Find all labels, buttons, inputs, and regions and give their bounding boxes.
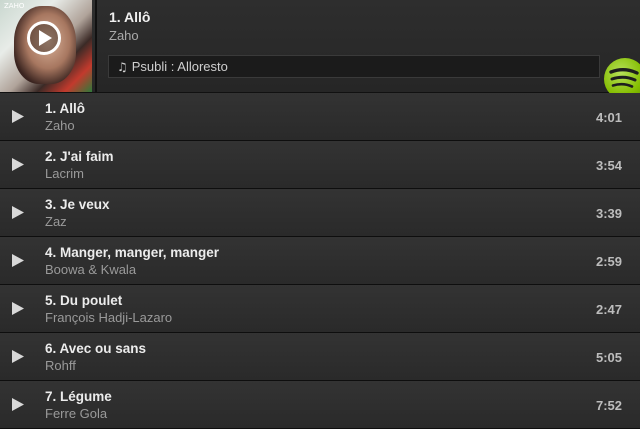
track-duration: 4:01 bbox=[595, 110, 622, 125]
album-cover[interactable]: ZAHO bbox=[0, 0, 92, 92]
track-row[interactable]: 5. Du poulet François Hadji-Lazaro 2:47 bbox=[0, 285, 640, 333]
track-row[interactable]: 6. Avec ou sans Rohff 5:05 bbox=[0, 333, 640, 381]
track-duration: 5:05 bbox=[595, 350, 622, 365]
track-artist[interactable]: Rohff bbox=[45, 358, 76, 373]
track-artist[interactable]: Zaho bbox=[45, 118, 75, 133]
track-row[interactable]: 2. J'ai faim Lacrim 3:54 bbox=[0, 141, 640, 189]
track-title: 1. Allô bbox=[45, 101, 86, 116]
play-icon bbox=[39, 30, 52, 46]
track-artist[interactable]: Lacrim bbox=[45, 166, 84, 181]
track-duration: 3:39 bbox=[595, 206, 622, 221]
play-icon[interactable] bbox=[12, 158, 24, 171]
now-playing-title: 1. Allô bbox=[109, 9, 151, 25]
play-icon[interactable] bbox=[12, 302, 24, 315]
play-button[interactable] bbox=[27, 21, 61, 55]
now-playing-artist[interactable]: Zaho bbox=[109, 28, 139, 43]
track-row[interactable]: 7. Légume Ferre Gola 7:52 bbox=[0, 381, 640, 429]
track-title: 3. Je veux bbox=[45, 197, 110, 212]
track-title: 4. Manger, manger, manger bbox=[45, 245, 220, 260]
player-header: ZAHO 1. Allô Zaho ♫ Psubli : Alloresto bbox=[0, 0, 640, 100]
play-icon[interactable] bbox=[12, 350, 24, 363]
play-icon[interactable] bbox=[12, 206, 24, 219]
track-title: 5. Du poulet bbox=[45, 293, 123, 308]
track-artist[interactable]: François Hadji-Lazaro bbox=[45, 310, 172, 325]
track-artist[interactable]: Zaz bbox=[45, 214, 67, 229]
track-row[interactable]: 1. Allô Zaho 4:01 bbox=[0, 93, 640, 141]
track-duration: 3:54 bbox=[595, 158, 622, 173]
track-duration: 2:47 bbox=[595, 302, 622, 317]
header-divider bbox=[95, 0, 97, 92]
track-duration: 2:59 bbox=[595, 254, 622, 269]
cover-tag: ZAHO bbox=[4, 2, 25, 10]
playlist-context-bar[interactable]: ♫ Psubli : Alloresto bbox=[108, 55, 600, 78]
track-title: 2. J'ai faim bbox=[45, 149, 114, 164]
playlist-context-label: Psubli : Alloresto bbox=[131, 59, 228, 74]
track-row[interactable]: 4. Manger, manger, manger Boowa & Kwala … bbox=[0, 237, 640, 285]
spotify-waves-icon bbox=[609, 68, 639, 88]
track-title: 6. Avec ou sans bbox=[45, 341, 147, 356]
track-artist[interactable]: Boowa & Kwala bbox=[45, 262, 136, 277]
play-icon[interactable] bbox=[12, 254, 24, 267]
track-row[interactable]: 3. Je veux Zaz 3:39 bbox=[0, 189, 640, 237]
music-note-icon: ♫ bbox=[117, 60, 128, 74]
play-icon[interactable] bbox=[12, 110, 24, 123]
play-icon[interactable] bbox=[12, 398, 24, 411]
track-artist[interactable]: Ferre Gola bbox=[45, 406, 107, 421]
track-duration: 7:52 bbox=[595, 398, 622, 413]
track-title: 7. Légume bbox=[45, 389, 112, 404]
track-list: 1. Allô Zaho 4:01 2. J'ai faim Lacrim 3:… bbox=[0, 93, 640, 429]
